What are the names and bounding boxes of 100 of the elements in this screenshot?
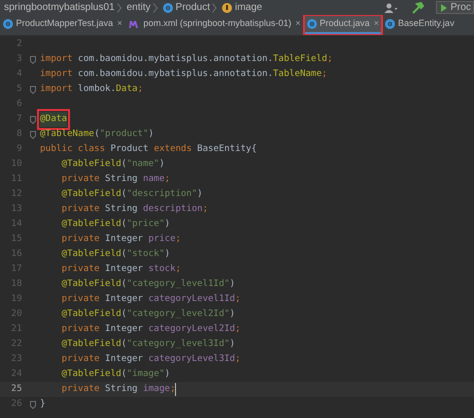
code-token: description xyxy=(142,203,203,216)
code-token: @TableField xyxy=(60,338,122,351)
fold-marker-icon[interactable] xyxy=(30,116,36,124)
class-icon xyxy=(162,2,173,12)
code-token: private xyxy=(60,233,100,246)
chevron-icon xyxy=(152,2,158,12)
code-token: extends xyxy=(154,143,192,156)
code-token: ) xyxy=(230,278,236,291)
code-token: stock xyxy=(148,263,176,276)
code-token: private xyxy=(60,263,100,276)
code-token: ( xyxy=(121,368,127,381)
breadcrumb-item[interactable]: entity xyxy=(126,0,151,15)
editor-tab[interactable]: pom.xml (springboot-mybatisplus-01) × xyxy=(125,15,304,35)
code-token: Integer xyxy=(104,353,144,366)
code-token: String xyxy=(104,203,139,216)
code-token: ; xyxy=(175,263,181,276)
run-icon xyxy=(441,4,448,12)
text-cursor xyxy=(175,383,176,396)
run-config-selector[interactable]: Proc xyxy=(436,1,474,14)
editor-tab[interactable]: BaseEntity.jav xyxy=(382,15,458,35)
code-token: categoryLevel2Id xyxy=(148,323,236,336)
code-token: private xyxy=(60,353,100,366)
code-token: "name" xyxy=(126,158,160,171)
code-token: private xyxy=(60,173,100,186)
code-token: ( xyxy=(121,248,127,261)
code-token: TableField xyxy=(273,53,328,66)
code-token: @TableField xyxy=(60,218,122,231)
close-icon[interactable]: × xyxy=(374,16,379,30)
code-token: } xyxy=(40,398,46,411)
code-token: ( xyxy=(121,278,127,291)
hammer-icon[interactable] xyxy=(412,2,424,14)
code-token: import xyxy=(40,68,73,81)
code-token: "category_level1Id" xyxy=(126,278,230,291)
editor-tab[interactable]: ProductMapperTest.java × xyxy=(0,15,126,35)
code-token: String xyxy=(104,173,139,186)
fold-marker-icon[interactable] xyxy=(30,56,36,64)
code-token: "category_level2Id" xyxy=(126,308,230,321)
code-token: @TableName xyxy=(40,128,94,141)
code-token: Integer xyxy=(104,293,144,306)
code-token: name xyxy=(142,173,165,186)
code-token: ) xyxy=(230,308,236,321)
fold-marker-icon[interactable] xyxy=(30,400,36,408)
code-token: "stock" xyxy=(126,248,165,261)
breadcrumb-item[interactable]: image xyxy=(235,0,262,15)
fold-marker-icon[interactable] xyxy=(30,130,36,138)
code-token: ( xyxy=(94,128,100,141)
code-token: ( xyxy=(121,338,127,351)
class-icon xyxy=(384,18,395,28)
breadcrumb-item[interactable]: Product xyxy=(176,0,210,15)
code-token: lombok. xyxy=(76,83,116,96)
code-token: ; xyxy=(170,383,176,396)
code-token: ( xyxy=(121,158,127,171)
breadcrumb-item[interactable]: springbootmybatisplus01 xyxy=(4,0,115,15)
fold-marker-icon[interactable] xyxy=(30,86,36,94)
code-token: ; xyxy=(235,323,241,336)
code-token: @TableField xyxy=(60,158,122,171)
code-token: com.baomidou.mybatisplus.annotation. xyxy=(76,53,273,66)
code-token: Integer xyxy=(104,323,144,336)
code-token: private xyxy=(60,383,100,396)
code-token: ; xyxy=(138,83,143,96)
code-token: Data xyxy=(116,83,138,96)
code-token: price xyxy=(148,233,176,246)
code-token: "image" xyxy=(126,368,165,381)
code-token: @TableField xyxy=(60,248,122,261)
code-token: ; xyxy=(202,203,208,216)
code-token: categoryLevel3Id xyxy=(148,353,236,366)
chevron-icon xyxy=(116,2,122,12)
code-token: ) xyxy=(159,158,165,171)
code-token: ) xyxy=(197,188,203,201)
close-icon[interactable]: × xyxy=(117,16,122,30)
code-token: @TableField xyxy=(60,188,122,201)
line-number: 25 xyxy=(10,383,23,396)
chevron-icon xyxy=(212,2,217,12)
code-token: "description" xyxy=(126,188,198,201)
code-token: ( xyxy=(121,218,127,231)
code-token: Integer xyxy=(104,233,144,246)
code-token: "price" xyxy=(126,218,165,231)
code-token: import xyxy=(40,83,73,96)
code-token: private xyxy=(60,203,100,216)
editor-tab[interactable]: Product.java × xyxy=(304,15,382,35)
code-token: ; xyxy=(175,233,181,246)
code-token: ) xyxy=(164,218,170,231)
user-icon[interactable] xyxy=(384,2,398,12)
code-token: @TableField xyxy=(60,278,122,291)
code-token: @Data xyxy=(40,112,68,127)
code-token: import xyxy=(40,53,73,66)
close-icon[interactable]: × xyxy=(295,16,301,30)
class-icon xyxy=(306,18,317,28)
code-token: ( xyxy=(121,188,127,201)
code-token: ) xyxy=(148,128,154,141)
code-token: TableName xyxy=(273,68,322,81)
code-token: ( xyxy=(121,308,127,321)
code-token: @TableField xyxy=(60,368,122,381)
code-token: "product" xyxy=(100,128,148,141)
code-token: ; xyxy=(235,353,241,366)
code-token: ; xyxy=(164,173,170,186)
field-icon xyxy=(222,2,232,12)
code-token: @TableField xyxy=(60,308,122,321)
code-token: categoryLevel1Id xyxy=(148,293,236,306)
code-token: ) xyxy=(164,248,170,261)
